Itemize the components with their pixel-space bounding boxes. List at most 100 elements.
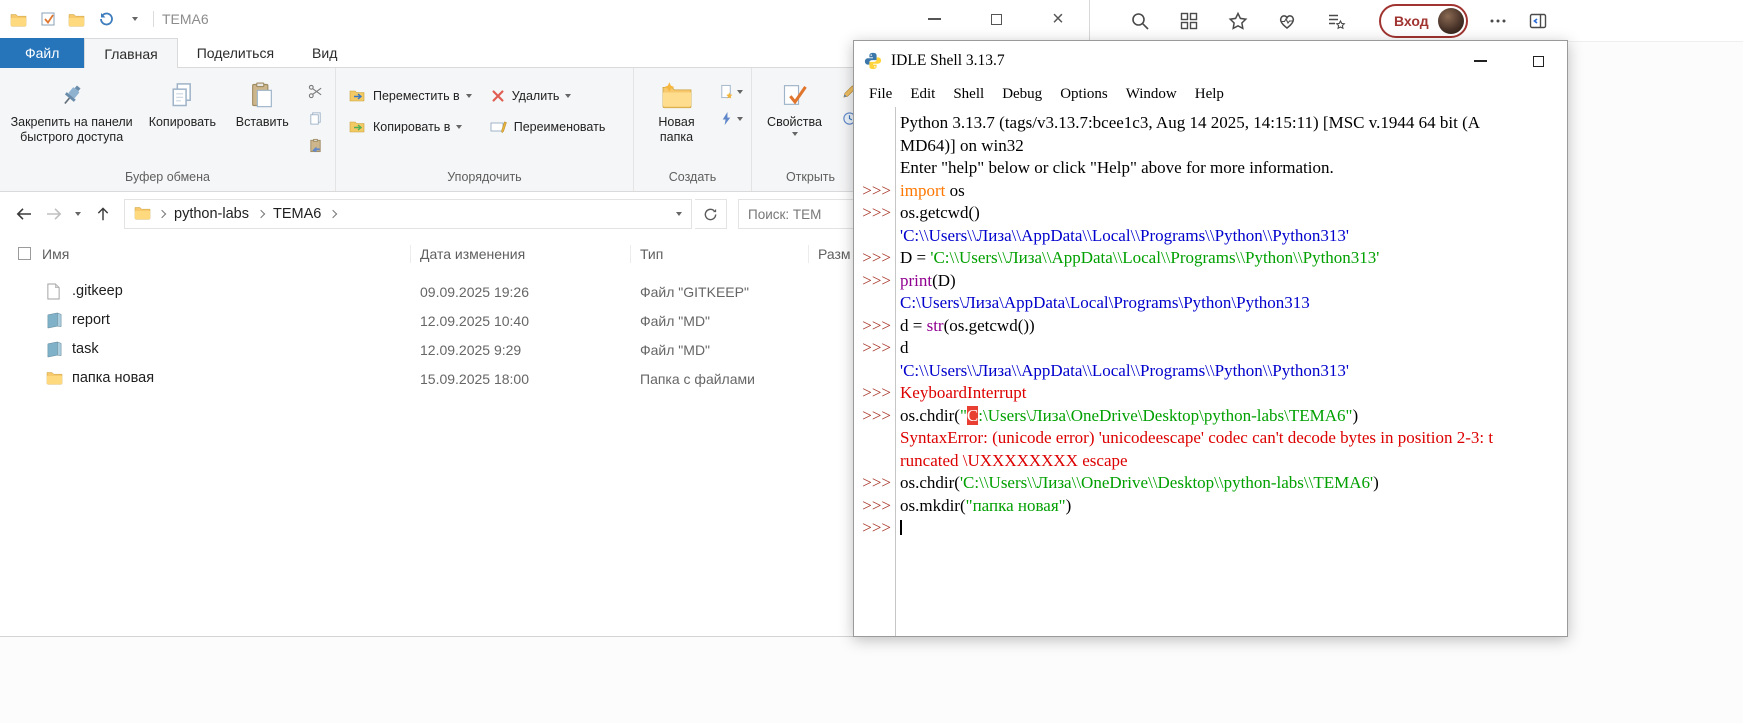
code-segment: D = (900, 248, 930, 267)
paste-shortcut-icon (308, 138, 323, 153)
pin-to-quick-access-button[interactable]: Закрепить на панели быстрого доступа (4, 73, 139, 168)
menu-options[interactable]: Options (1051, 86, 1117, 103)
menu-edit[interactable]: Edit (901, 86, 944, 103)
menu-shell[interactable]: Shell (944, 86, 993, 103)
paste-label: Вставить (236, 115, 289, 130)
shell-prompt: >>> (854, 382, 893, 405)
minimize-button[interactable] (903, 0, 965, 38)
idle-menubar: FileEditShellDebugOptionsWindowHelp (854, 81, 1567, 107)
recent-locations-button[interactable] (70, 200, 86, 228)
shell-text: 'C:\\Users\\Лиза\\AppData\\Local\\Progra… (893, 360, 1567, 383)
tab-Главная[interactable]: Главная (84, 38, 177, 68)
delete-icon (490, 88, 506, 104)
python-icon (864, 52, 882, 70)
select-all-checkbox[interactable] (18, 247, 31, 260)
idle-maximize-button[interactable] (1509, 41, 1567, 81)
chevron-down-icon (466, 94, 472, 98)
properties-icon (781, 75, 809, 115)
new-folder-button[interactable]: Новая папка (638, 73, 715, 168)
signin-button[interactable]: Вход (1379, 4, 1468, 38)
undo-icon[interactable] (97, 11, 114, 28)
shell-line: >>>os.mkdir("папка новая") (854, 495, 1567, 518)
search-icon[interactable] (1130, 11, 1150, 31)
rename-button[interactable]: Переименовать (490, 117, 606, 137)
shell-text: os.mkdir("папка новая") (893, 495, 1567, 518)
file-name: папка новая (72, 370, 154, 386)
shell-text: 'C:\\Users\\Лиза\\AppData\\Local\\Progra… (893, 225, 1567, 248)
ribbon-group-organize: Переместить в Копировать в Удалить (336, 68, 634, 191)
paste-shortcut-button[interactable] (302, 134, 328, 157)
code-segment: 'C:\\Users\\Лиза\\AppData\\Local\\Progra… (900, 226, 1349, 245)
customize-chevron-icon[interactable] (126, 11, 143, 28)
maximize-button[interactable] (965, 0, 1027, 38)
easy-access-button[interactable] (718, 107, 744, 130)
new-item-button[interactable] (718, 80, 744, 103)
shell-line: Enter "help" below or click "Help" above… (854, 157, 1567, 180)
shell-line: >>>KeyboardInterrupt (854, 382, 1567, 405)
up-button[interactable] (89, 200, 116, 228)
column-header-type[interactable]: Тип (640, 246, 663, 262)
file-date: 09.09.2025 19:26 (420, 284, 529, 300)
shell-text: D = 'C:\\Users\\Лиза\\AppData\\Local\\Pr… (893, 247, 1567, 270)
move-to-button[interactable]: Переместить в (349, 86, 472, 106)
column-header-name[interactable]: Имя (42, 246, 69, 262)
breadcrumb-item[interactable]: python-labs (173, 206, 250, 222)
explorer-app-icon[interactable] (10, 11, 27, 28)
menu-debug[interactable]: Debug (993, 86, 1051, 103)
copy-button[interactable]: Копировать (139, 73, 225, 168)
browser-essentials-icon[interactable] (1277, 11, 1297, 31)
shell-prompt (854, 225, 893, 248)
close-button[interactable]: × (1027, 0, 1089, 38)
breadcrumb-separator-icon (329, 210, 337, 218)
breadcrumb-separator-icon (257, 210, 265, 218)
copy-to-button[interactable]: Копировать в (349, 117, 472, 137)
new-small-buttons (715, 73, 747, 168)
minimize-icon (1474, 60, 1487, 62)
column-separator (410, 245, 411, 263)
properties-check-icon[interactable] (39, 11, 56, 28)
delete-button[interactable]: Удалить (490, 86, 606, 106)
tab-Поделиться[interactable]: Поделиться (178, 38, 293, 68)
new-folder-icon[interactable] (68, 11, 85, 28)
shell-text: os.getcwd() (893, 202, 1567, 225)
group-label-organize: Упорядочить (336, 168, 633, 191)
maximize-icon (1533, 56, 1544, 67)
tab-grid-icon[interactable] (1179, 11, 1199, 31)
collections-icon[interactable] (1326, 11, 1346, 31)
shell-prompt: >>> (854, 315, 893, 338)
more-options-icon[interactable] (1488, 11, 1508, 31)
address-dropdown-button[interactable] (676, 212, 682, 216)
shell-line: >>>print(D) (854, 270, 1567, 293)
cut-button[interactable] (302, 80, 328, 103)
copy-path-button[interactable] (302, 107, 328, 130)
tab-Вид[interactable]: Вид (293, 38, 356, 68)
menu-window[interactable]: Window (1117, 86, 1186, 103)
breadcrumb: python-labs TEMA6 (134, 205, 344, 224)
tab-Файл[interactable]: Файл (0, 38, 84, 68)
back-button[interactable] (10, 200, 37, 228)
code-segment: 'C:\\Users\\Лиза\\OneDrive\\Desktop\\pyt… (960, 473, 1373, 492)
breadcrumb-item[interactable]: TEMA6 (272, 206, 322, 222)
md-icon (46, 341, 64, 359)
column-header-date[interactable]: Дата изменения (420, 246, 525, 262)
code-segment: d (900, 338, 909, 357)
column-header-size[interactable]: Разм (818, 246, 851, 262)
menu-help[interactable]: Help (1186, 86, 1233, 103)
paste-button[interactable]: Вставить (225, 73, 299, 168)
refresh-button[interactable] (695, 199, 727, 229)
shell-textarea[interactable]: Python 3.13.7 (tags/v3.13.7:bcee1c3, Aug… (854, 107, 1567, 636)
code-segment: " (960, 406, 967, 425)
shell-prompt (854, 450, 893, 473)
forward-button[interactable] (40, 200, 67, 228)
idle-minimize-button[interactable] (1451, 41, 1509, 81)
explorer-titlebar: TEMA6 × (0, 0, 1089, 38)
code-segment: d = (900, 316, 927, 335)
favorites-star-icon[interactable] (1228, 11, 1248, 31)
screenshot-root: Вход TEMA6 × ФайлГлавнаяПоделитьсяВид (0, 0, 1743, 723)
address-box[interactable]: python-labs TEMA6 (124, 199, 692, 229)
paste-icon (248, 75, 276, 115)
properties-button[interactable]: Свойства (756, 73, 833, 168)
arrow-right-icon (44, 204, 64, 224)
sidebar-toggle-icon[interactable] (1528, 11, 1548, 31)
menu-file[interactable]: File (860, 86, 901, 103)
